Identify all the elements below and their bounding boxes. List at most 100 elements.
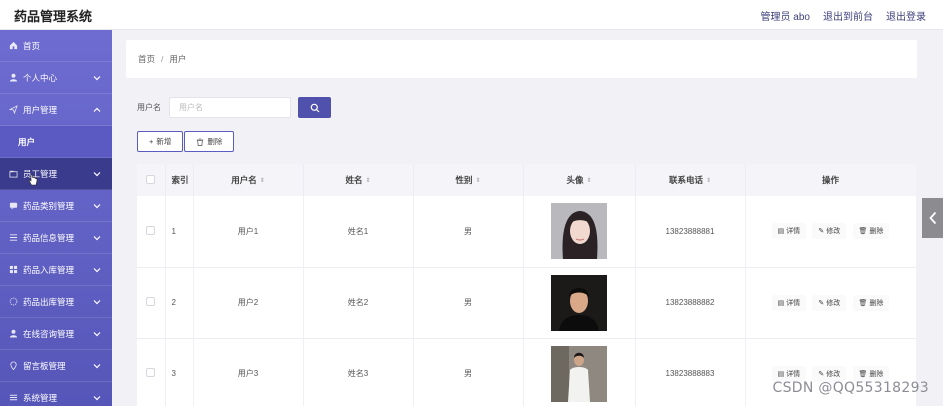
edit-button[interactable]: ✎ 修改 [812, 294, 847, 311]
table-row: 1 用户1 姓名1 男 13823888881 ▤ 详情 ✎ 修改 🗑 删除 [137, 196, 916, 267]
top-bar: 药品管理系统 管理员 abo 退出到前台 退出登录 [0, 0, 943, 30]
sidebar-item-label: 药品信息管理 [23, 232, 75, 243]
detail-button[interactable]: ▤ 详情 [771, 223, 807, 240]
sidebar-item-label: 药品类别管理 [23, 200, 75, 211]
sidebar-item-drug-category[interactable]: 药品类别管理 [0, 190, 112, 222]
delete-button[interactable]: 🗑 删除 [852, 223, 890, 240]
logout-link[interactable]: 退出登录 [886, 8, 926, 23]
batch-delete-button[interactable]: 删除 [184, 131, 235, 152]
breadcrumb-home[interactable]: 首页 [138, 53, 155, 65]
sidebar-item-label: 个人中心 [23, 72, 58, 83]
detail-label: 详情 [786, 299, 801, 307]
chevron-down-icon [93, 268, 101, 273]
sidebar-item-personal[interactable]: 个人中心 [0, 62, 112, 94]
avatar-image[interactable] [551, 345, 607, 402]
column-header-label: 头像 [566, 175, 584, 185]
folder-icon [8, 169, 18, 179]
trash-icon [197, 137, 204, 146]
sidebar-item-drug-info[interactable]: 药品信息管理 [0, 222, 112, 254]
row-select-cell [137, 267, 166, 338]
column-header-label: 操作 [821, 175, 839, 185]
sort-icon[interactable]: ⇕ [260, 177, 265, 184]
sidebar-item-system[interactable]: 系统管理 [0, 382, 112, 406]
column-header: 操作 [745, 164, 916, 196]
select-all-cell [137, 164, 166, 196]
hand-cursor-icon [28, 174, 38, 186]
gender-cell: 男 [413, 267, 524, 338]
sidebar-item-label: 用户管理 [23, 104, 58, 115]
sidebar-item-drug-stock-in[interactable]: 药品入库管理 [0, 254, 112, 286]
home-icon [8, 41, 18, 51]
sidebar-item-user-mgmt[interactable]: 用户管理 [0, 94, 112, 126]
sidebar-item-home[interactable]: 首页 [0, 30, 112, 62]
delete-button[interactable]: 🗑 删除 [852, 294, 890, 311]
side-panel-toggle[interactable] [922, 198, 943, 238]
pencil-icon: ✎ [818, 370, 825, 378]
pencil-icon: ✎ [818, 228, 825, 236]
breadcrumb: 首页 / 用户 [126, 40, 917, 78]
row-checkbox[interactable] [146, 225, 156, 235]
column-header[interactable]: 头像 ⇕ [523, 164, 636, 196]
row-select-cell [137, 338, 166, 406]
delete-label: 删除 [869, 299, 884, 307]
sidebar-item-label: 系统管理 [23, 392, 58, 403]
menu-icon [8, 393, 18, 403]
sidebar-item-staff[interactable]: 员工管理 [0, 158, 112, 190]
compass-icon [8, 297, 18, 307]
sidebar-item-drug-stock-out[interactable]: 药品出库管理 [0, 286, 112, 318]
sidebar-item-users[interactable]: 用户 [0, 126, 112, 158]
avatar-cell [523, 196, 636, 267]
edit-label: 修改 [826, 228, 841, 236]
chevron-left-icon [928, 211, 936, 225]
sidebar-item-label: 药品入库管理 [23, 264, 75, 275]
sort-icon[interactable]: ⇕ [706, 177, 711, 184]
column-header-label: 性别 [455, 175, 473, 185]
select-all-checkbox[interactable] [146, 174, 156, 184]
back-to-front-link[interactable]: 退出到前台 [823, 8, 873, 23]
avatar-image[interactable] [551, 274, 607, 331]
column-header[interactable]: 姓名 ⇕ [303, 164, 414, 196]
breadcrumb-separator: / [161, 54, 164, 64]
row-checkbox[interactable] [146, 368, 156, 377]
column-header[interactable]: 联系电话 ⇕ [635, 164, 746, 196]
chevron-down-icon [93, 204, 101, 209]
edit-button[interactable]: ✎ 修改 [812, 223, 847, 240]
person-icon [8, 73, 18, 83]
search-button[interactable] [298, 97, 331, 118]
doc-icon: ▤ [777, 370, 785, 378]
delete-label: 删除 [869, 370, 884, 378]
add-button[interactable]: + 新增 [137, 131, 184, 152]
sidebar-item-consult[interactable]: 在线咨询管理 [0, 318, 112, 350]
chevron-down-icon [93, 76, 101, 81]
send-icon [8, 105, 18, 115]
column-header: 索引 [165, 164, 194, 196]
sidebar-item-message-board[interactable]: 留言板管理 [0, 350, 112, 382]
detail-label: 详情 [786, 370, 801, 378]
row-checkbox[interactable] [146, 297, 156, 306]
detail-button[interactable]: ▤ 详情 [771, 294, 807, 311]
edit-label: 修改 [826, 299, 841, 307]
person-icon [8, 329, 18, 339]
column-header[interactable]: 性别 ⇕ [413, 164, 524, 196]
app-title: 药品管理系统 [14, 9, 93, 24]
name-cell: 姓名2 [303, 267, 414, 338]
sort-icon[interactable]: ⇕ [475, 177, 480, 184]
trash-icon: 🗑 [858, 228, 868, 236]
phone-cell: 13823888882 [635, 267, 746, 338]
chevron-down-icon [93, 364, 101, 369]
delete-button-label: 删除 [207, 137, 223, 146]
sort-icon[interactable]: ⇕ [586, 177, 591, 184]
avatar-image[interactable] [551, 203, 607, 260]
column-header-label: 姓名 [345, 175, 363, 185]
doc-icon: ▤ [777, 228, 785, 236]
chevron-down-icon [93, 236, 101, 241]
breadcrumb-current: 用户 [169, 54, 187, 64]
admin-user-link[interactable]: 管理员 abo [761, 8, 810, 23]
chevron-down-icon [93, 172, 101, 177]
username-search-input[interactable] [169, 97, 291, 118]
sort-icon[interactable]: ⇕ [365, 177, 370, 184]
gender-cell: 男 [413, 196, 524, 267]
table-row: 2 用户2 姓名2 男 13823888882 ▤ 详情 ✎ 修改 🗑 删除 [137, 267, 916, 338]
doc-icon: ▤ [777, 299, 785, 307]
column-header[interactable]: 用户名 ⇕ [193, 164, 304, 196]
